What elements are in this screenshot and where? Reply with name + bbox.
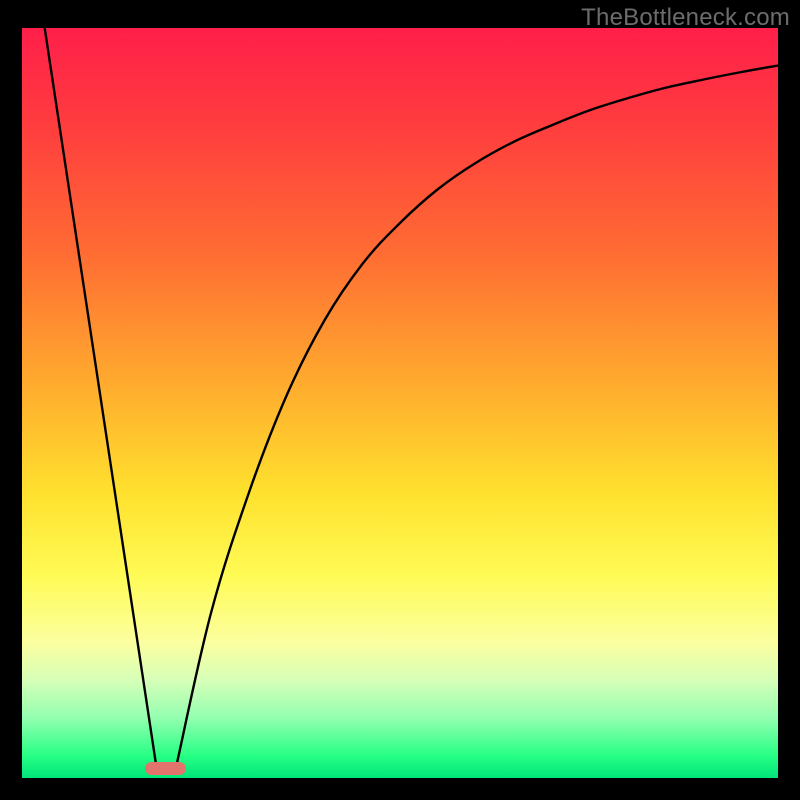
- plot-area: [22, 28, 778, 778]
- curve-right-arc: [177, 66, 778, 764]
- curve-left-branch: [45, 28, 156, 763]
- pill-marker: [145, 762, 186, 775]
- chart-frame: TheBottleneck.com: [0, 0, 800, 800]
- chart-curves: [22, 28, 778, 778]
- watermark-text: TheBottleneck.com: [581, 4, 790, 32]
